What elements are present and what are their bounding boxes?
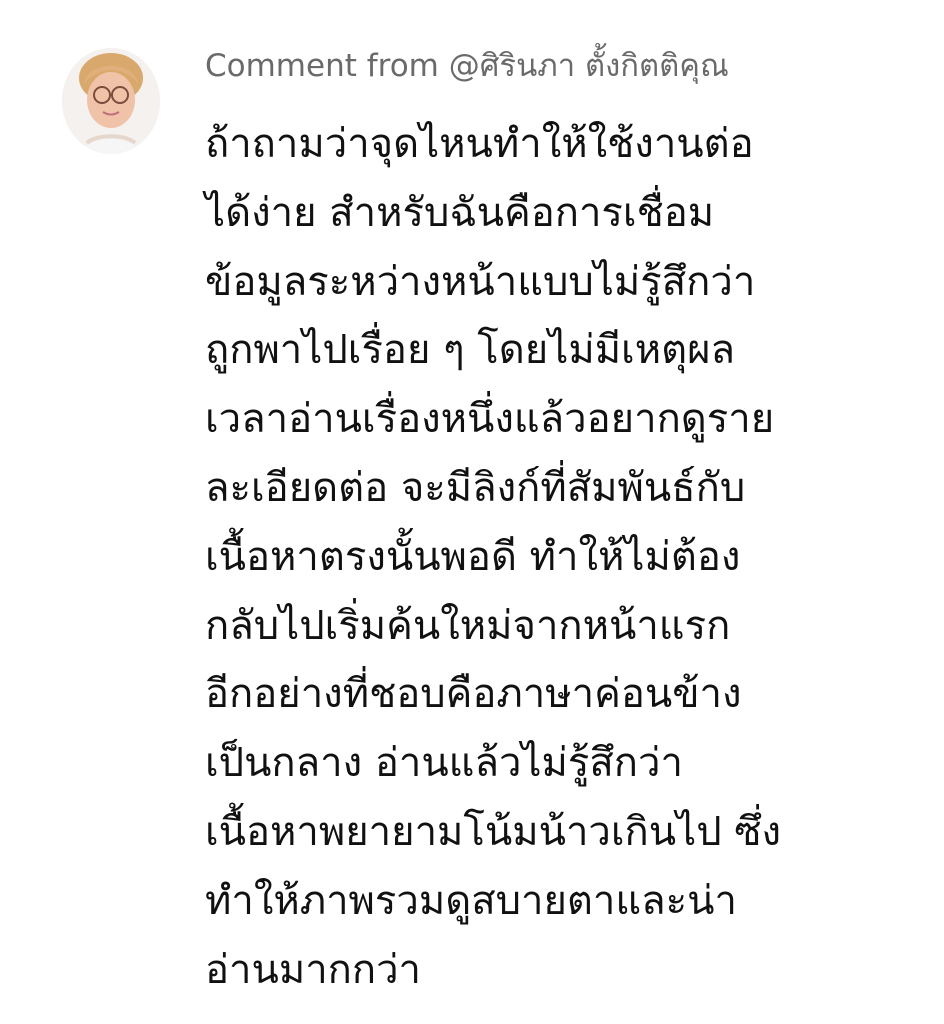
comment-body-line: ได้ง่าย สำหรับฉันคือการเชื่อม bbox=[205, 189, 715, 236]
comment-card: Comment from @ศิรินภา ตั้งกิตติคุณ ถ้าถา… bbox=[0, 0, 944, 1024]
comment-header-prefix: Comment from bbox=[205, 48, 449, 84]
avatar-portrait-image bbox=[62, 48, 160, 154]
comment-body-line: เป็นกลาง อ่านแล้วไม่รู้สึกว่า bbox=[205, 740, 683, 787]
comment-body-line: เนื้อหาพยายามโน้มน้าวเกินไป ซึ่ง bbox=[205, 808, 781, 855]
comment-body-line: กลับไปเริ่มค้นใหม่จากหน้าแรก bbox=[205, 602, 731, 649]
avatar[interactable] bbox=[62, 48, 160, 154]
comment-body-line: ข้อมูลระหว่างหน้าแบบไม่รู้สึกว่า bbox=[205, 258, 756, 305]
comment-body-line: อ่านมากกว่า bbox=[205, 946, 422, 993]
comment-body-line: อีกอย่างที่ชอบคือภาษาค่อนข้าง bbox=[205, 671, 742, 718]
comment-body-line: เนื้อหาตรงนั้นพอดี ทำให้ไม่ต้อง bbox=[205, 533, 741, 580]
comment-body-line: ถ้าถามว่าจุดไหนทำให้ใช้งานต่อ bbox=[205, 121, 754, 167]
comment-body-line: ถูกพาไปเรื่อย ๆ โดยไม่มีเหตุผล bbox=[205, 327, 736, 374]
comment-body-line: เวลาอ่านเรื่องหนึ่งแล้วอยากดูราย bbox=[205, 396, 775, 443]
comment-body: ถ้าถามว่าจุดไหนทำให้ใช้งานต่อ ได้ง่าย สำ… bbox=[205, 110, 925, 1004]
comment-body-line: ละเอียดต่อ จะมีลิงก์ที่สัมพันธ์กับ bbox=[205, 464, 746, 511]
comment-body-line: ทำให้ภาพรวมดูสบายตาและน่า bbox=[205, 877, 737, 924]
comment-header: Comment from @ศิรินภา ตั้งกิตติคุณ bbox=[205, 44, 925, 92]
comment-author-handle[interactable]: @ศิรินภา ตั้งกิตติคุณ bbox=[449, 48, 729, 84]
